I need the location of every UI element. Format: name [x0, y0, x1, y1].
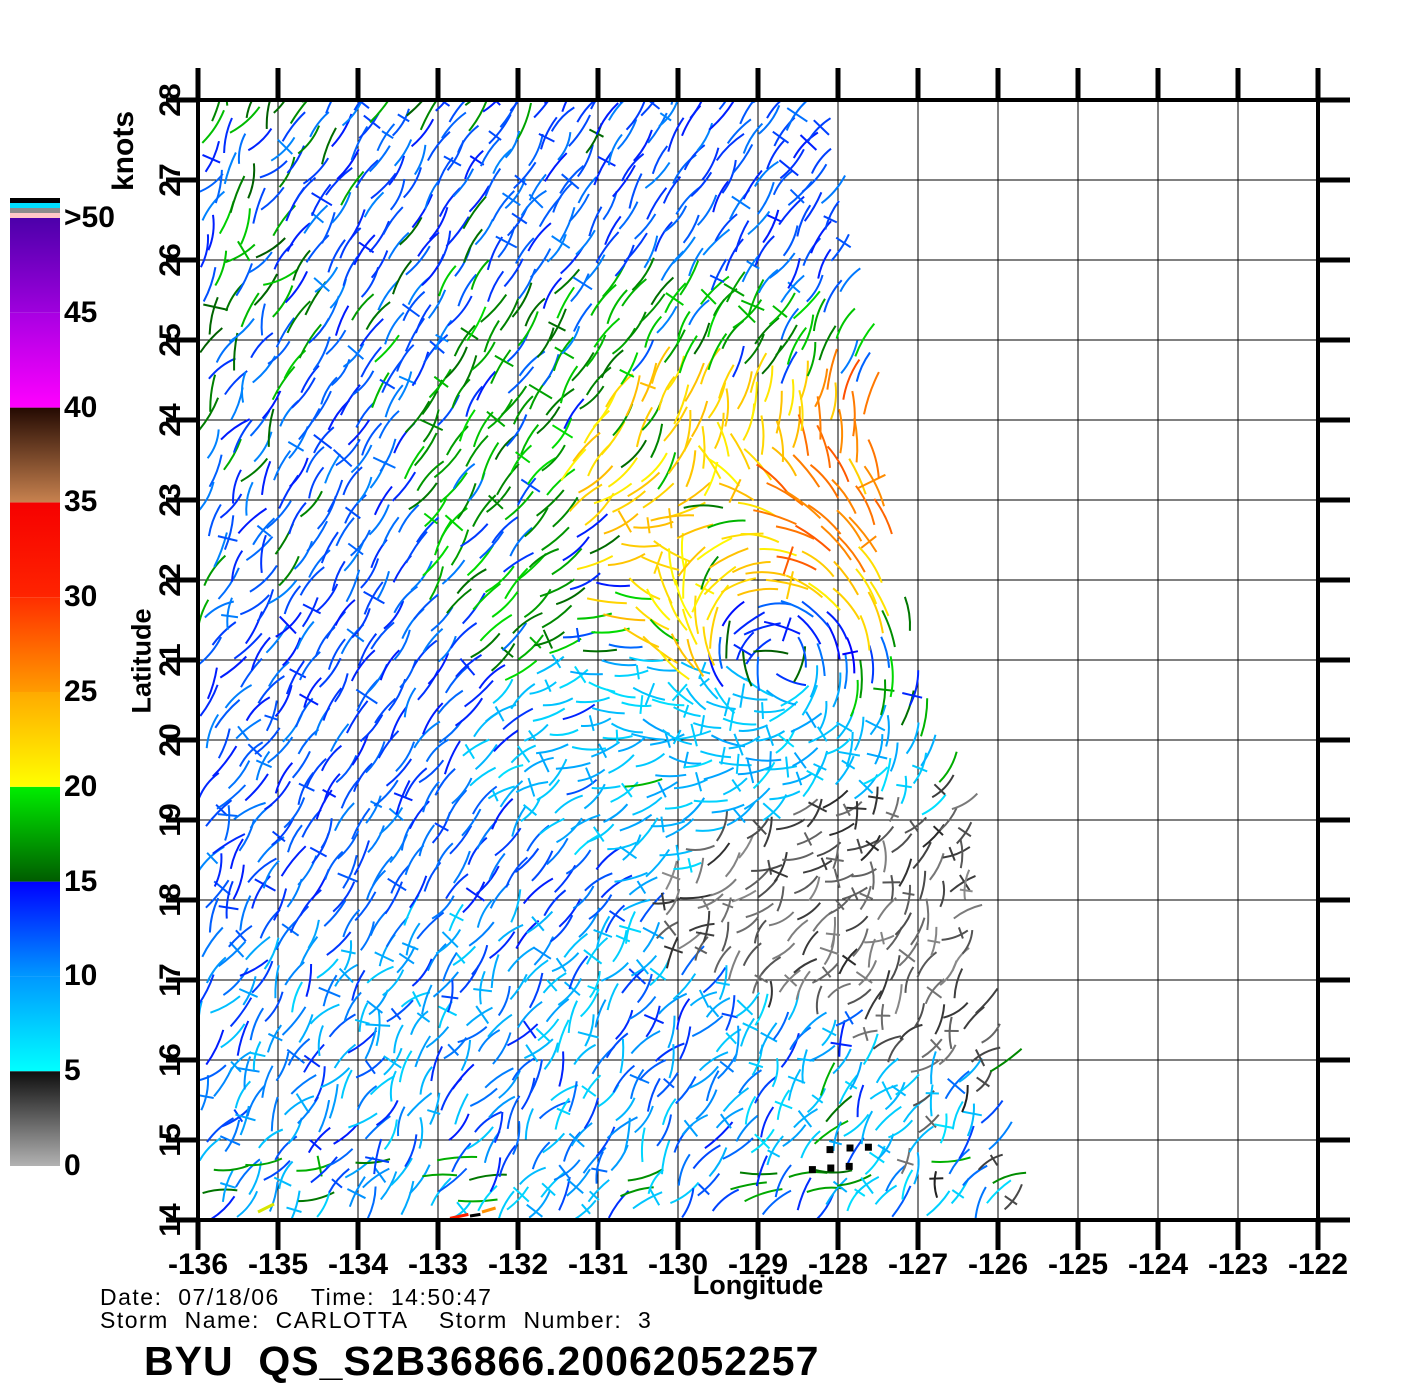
wind-map-figure: knots >50 45 40 35 30 25 20 15 10 5 0 -136 -135 -134…: [0, 0, 1420, 1400]
wind-vectors-layer: [198, 100, 1027, 1220]
colorbar: [10, 198, 60, 1166]
wind-map-canvas: [10, 68, 1350, 1250]
